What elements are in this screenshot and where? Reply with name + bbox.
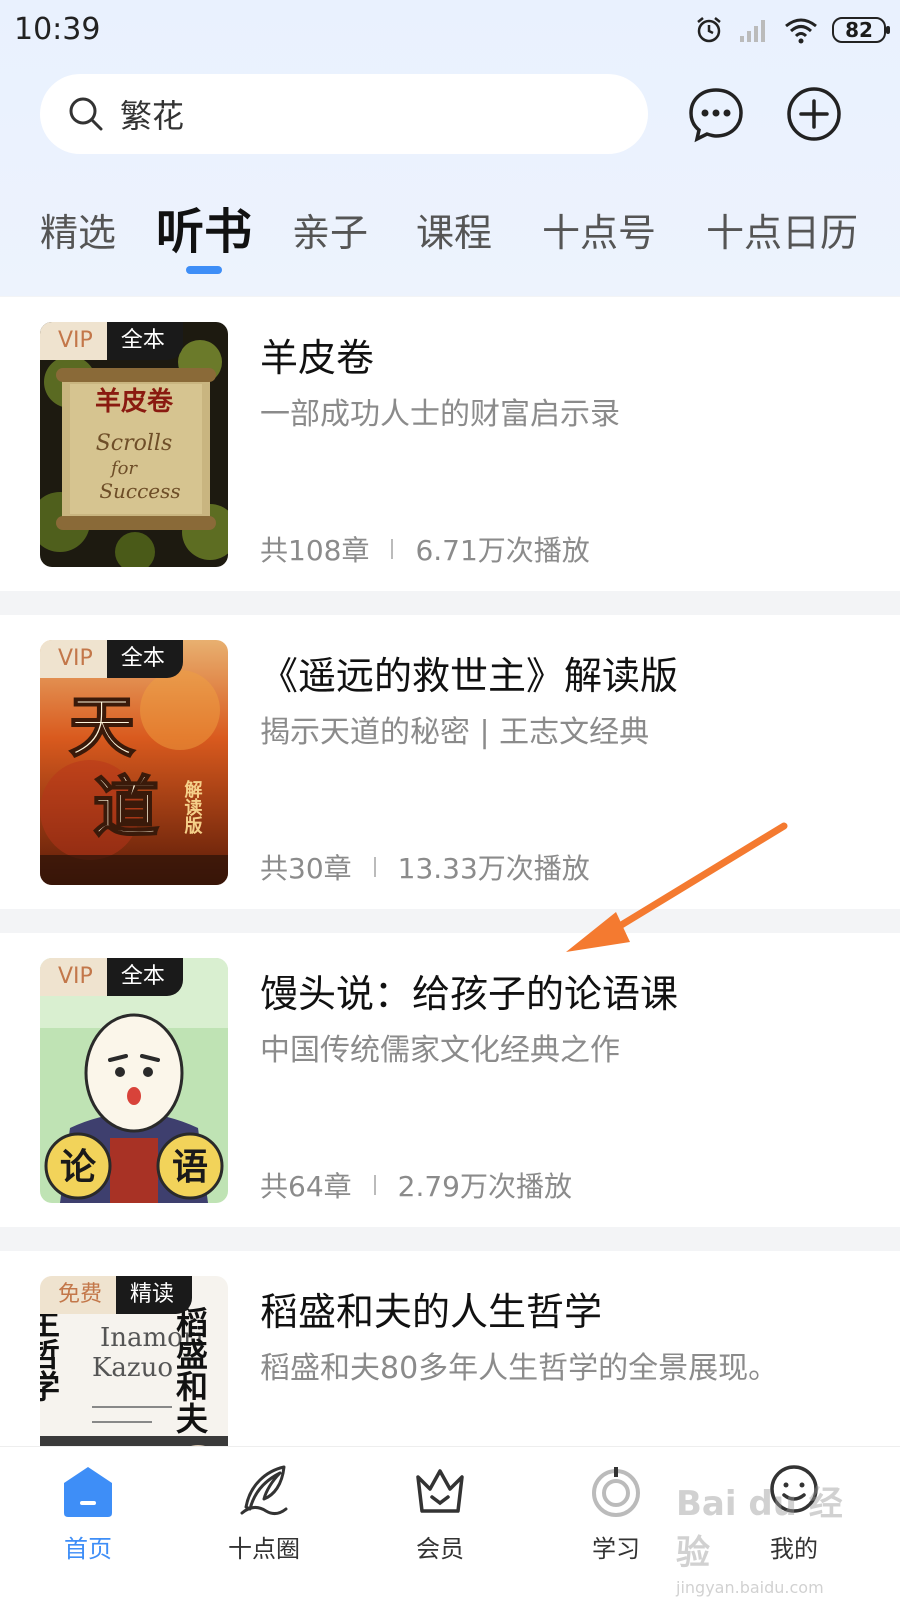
svg-text:论: 论 bbox=[60, 1147, 97, 1188]
learn-icon bbox=[592, 1467, 640, 1517]
book-title[interactable]: 《遥远的救世主》解读版 bbox=[260, 645, 678, 700]
nav-shidianquan[interactable]: 十点圈 bbox=[204, 1463, 324, 1564]
svg-text:稻盛和夫: 稻盛和夫 bbox=[171, 1306, 209, 1434]
svg-text:Scrolls: Scrolls bbox=[96, 431, 173, 456]
vip-badge: VIP bbox=[40, 640, 107, 678]
feather-icon bbox=[240, 1465, 288, 1516]
book-title[interactable]: 稻盛和夫的人生哲学 bbox=[260, 1281, 602, 1336]
tab-qinzi[interactable]: 亲子 bbox=[292, 202, 368, 257]
svg-text:生哲学: 生哲学 bbox=[40, 1306, 61, 1402]
category-tabs: 精选 听书 亲子 课程 十点号 十点日历 bbox=[0, 192, 900, 272]
watermark-title: Bai du 经验 bbox=[676, 1484, 843, 1573]
book-description: 中国传统儒家文化经典之作 bbox=[260, 1033, 620, 1068]
message-icon bbox=[689, 88, 743, 143]
book-card[interactable]: 论 语 VIP 全本 馒头说：给孩子的论语课 中国传统儒家文化经典之作 共64章… bbox=[0, 933, 900, 1227]
book-meta: 共30章 13.33万次播放 bbox=[260, 847, 590, 887]
tab-tingshu[interactable]: 听书 bbox=[156, 192, 252, 262]
nav-label: 首页 bbox=[64, 1535, 112, 1563]
chapter-count: 共108章 bbox=[260, 534, 370, 567]
plus-circle-icon bbox=[787, 87, 841, 141]
play-count: 6.71万次播放 bbox=[415, 534, 590, 567]
edition-badge: 全本 bbox=[106, 322, 183, 360]
book-meta: 共64章 2.79万次播放 bbox=[260, 1165, 572, 1205]
svg-text:道: 道 bbox=[93, 768, 159, 846]
nav-huiyuan[interactable]: 会员 bbox=[380, 1463, 500, 1564]
book-title[interactable]: 羊皮卷 bbox=[260, 327, 374, 382]
book-cover[interactable]: 论 语 VIP 全本 bbox=[40, 958, 228, 1203]
search-icon bbox=[69, 97, 103, 131]
tab-shidianhao[interactable]: 十点号 bbox=[542, 202, 656, 257]
chapter-count: 共30章 bbox=[260, 852, 352, 885]
edition-badge: 全本 bbox=[106, 640, 183, 678]
meta-divider bbox=[373, 857, 376, 877]
baidu-watermark: Bai du 经验 jingyan.baidu.com bbox=[676, 1476, 846, 1597]
message-button[interactable] bbox=[686, 84, 746, 144]
vip-badge: VIP bbox=[40, 322, 107, 360]
svg-text:羊皮卷: 羊皮卷 bbox=[95, 386, 174, 417]
tab-kecheng[interactable]: 课程 bbox=[416, 202, 492, 257]
book-cover[interactable]: 羊皮卷 Scrolls for Success VIP 全本 bbox=[40, 322, 228, 567]
svg-text:Kazuo: Kazuo bbox=[92, 1353, 173, 1383]
svg-text:for: for bbox=[109, 458, 138, 479]
svg-text:语: 语 bbox=[172, 1147, 208, 1188]
edition-badge: 全本 bbox=[106, 958, 183, 996]
meta-divider bbox=[391, 539, 394, 559]
alarm-icon bbox=[697, 17, 721, 43]
book-cover[interactable]: 天 道 解读版 VIP 全本 bbox=[40, 640, 228, 885]
nav-label: 十点圈 bbox=[228, 1535, 300, 1563]
play-count: 2.79万次播放 bbox=[397, 1170, 572, 1203]
vip-badge: VIP bbox=[40, 958, 107, 996]
crown-icon bbox=[416, 1469, 464, 1513]
tab-shidianrili[interactable]: 十点日历 bbox=[706, 202, 858, 257]
nav-label: 会员 bbox=[416, 1535, 464, 1563]
svg-text:天: 天 bbox=[69, 688, 135, 766]
watermark-url: jingyan.baidu.com bbox=[676, 1578, 824, 1597]
book-description: 稻盛和夫80多年人生哲学的全景展现。 bbox=[260, 1351, 779, 1386]
annotation-arrow-icon bbox=[566, 822, 788, 952]
meta-divider bbox=[373, 1175, 376, 1195]
svg-text:解读版: 解读版 bbox=[182, 779, 203, 835]
book-card[interactable]: 羊皮卷 Scrolls for Success VIP 全本 羊皮卷 一部成功人… bbox=[0, 297, 900, 591]
book-title[interactable]: 馒头说：给孩子的论语课 bbox=[260, 963, 678, 1018]
status-time: 10:39 bbox=[14, 12, 101, 47]
nav-label: 学习 bbox=[592, 1535, 640, 1563]
home-icon bbox=[64, 1467, 112, 1517]
signal-icon bbox=[740, 20, 765, 42]
search-text: 繁花 bbox=[120, 97, 185, 135]
wifi-icon bbox=[785, 18, 817, 44]
book-meta: 共108章 6.71万次播放 bbox=[260, 529, 590, 569]
nav-home[interactable]: 首页 bbox=[28, 1463, 148, 1564]
active-tab-indicator bbox=[186, 266, 222, 274]
nav-xuexi[interactable]: 学习 bbox=[556, 1463, 676, 1564]
search-bar[interactable]: 繁花 bbox=[40, 74, 648, 154]
add-button[interactable] bbox=[784, 84, 844, 144]
book-description: 揭示天道的秘密 | 王志文经典 bbox=[260, 715, 650, 750]
battery-indicator: 82 bbox=[832, 17, 890, 43]
edition-badge: 精读 bbox=[116, 1276, 193, 1314]
svg-text:Success: Success bbox=[99, 479, 180, 503]
status-bar: 10:39 82 bbox=[0, 0, 900, 62]
chapter-count: 共64章 bbox=[260, 1170, 352, 1203]
book-description: 一部成功人士的财富启示录 bbox=[260, 397, 620, 432]
free-badge: 免费 bbox=[40, 1276, 117, 1314]
tab-jingxuan[interactable]: 精选 bbox=[40, 202, 116, 257]
